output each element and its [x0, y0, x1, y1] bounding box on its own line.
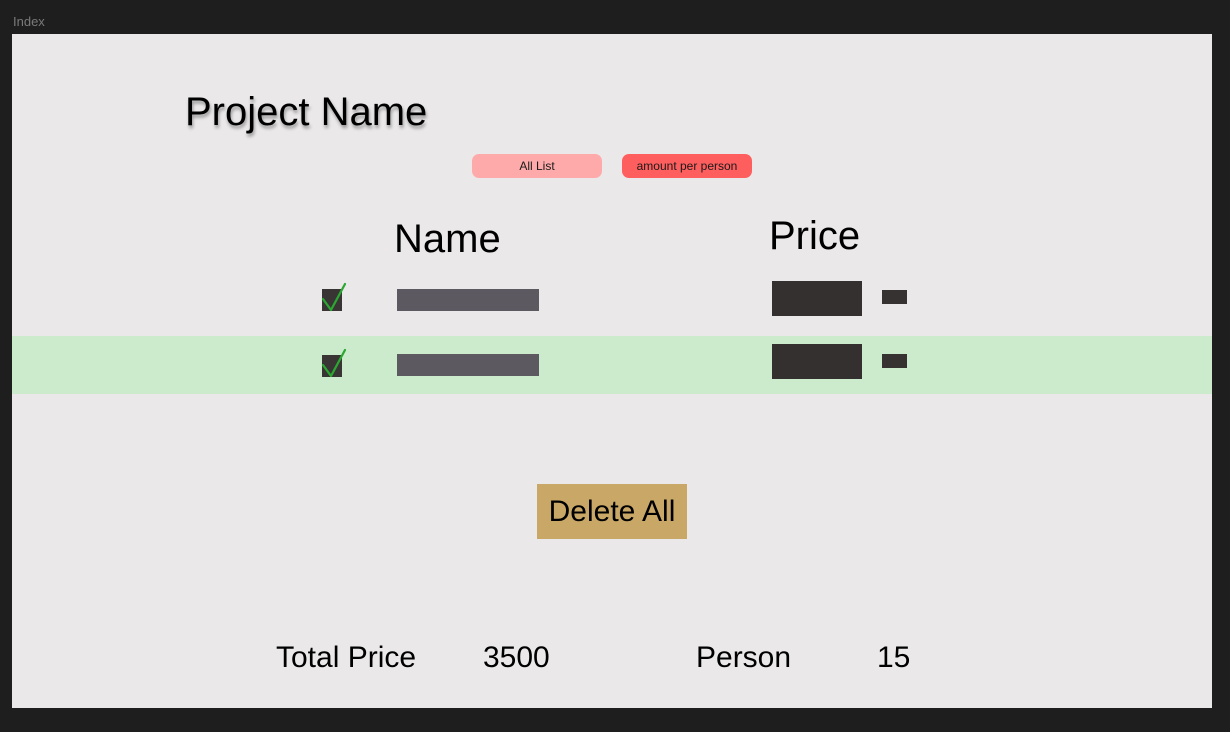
- remove-row-button[interactable]: [882, 290, 907, 304]
- person-label: Person: [696, 641, 792, 674]
- person-count-value: 15: [877, 641, 911, 674]
- page-title: Project Name: [185, 90, 428, 134]
- index-frame: Project Name All List amount per person …: [12, 34, 1212, 708]
- checkmark-icon: [321, 348, 347, 378]
- name-column-header: Name: [394, 217, 501, 261]
- item-price-input[interactable]: [772, 344, 862, 379]
- frame-label: Index: [13, 14, 45, 29]
- row-checkbox[interactable]: [321, 348, 347, 378]
- table-row: [12, 336, 1212, 394]
- item-price-input[interactable]: [772, 281, 862, 316]
- total-price-label: Total Price: [276, 641, 417, 674]
- table-row: [12, 274, 1212, 334]
- price-column-header: Price: [769, 214, 861, 258]
- checkmark-icon: [321, 282, 347, 312]
- item-name-input[interactable]: [397, 354, 539, 376]
- row-checkbox[interactable]: [321, 282, 347, 312]
- delete-all-button[interactable]: Delete All: [537, 484, 687, 539]
- amount-per-person-button[interactable]: amount per person: [622, 154, 752, 178]
- remove-row-button[interactable]: [882, 354, 907, 368]
- item-name-input[interactable]: [397, 289, 539, 311]
- all-list-button[interactable]: All List: [472, 154, 602, 178]
- total-price-value: 3500: [483, 641, 550, 674]
